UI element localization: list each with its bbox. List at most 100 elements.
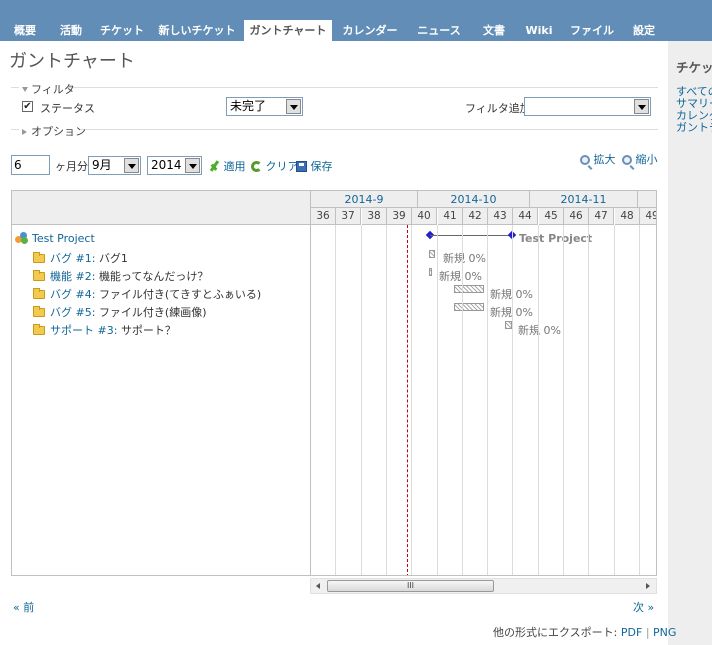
add-filter-label: フィルタ追加	[465, 102, 531, 115]
issue-bar[interactable]	[429, 268, 432, 276]
tab-calendar[interactable]: カレンダー	[334, 20, 406, 41]
prev-period-link[interactable]: « 前	[13, 599, 34, 615]
month-header[interactable]: 2014-10	[418, 191, 530, 208]
tab-files[interactable]: ファイル	[562, 20, 622, 41]
scroll-right-arrow-icon[interactable]	[640, 579, 656, 593]
week-grid-line	[588, 225, 589, 575]
page-title: ガントチャート	[9, 51, 135, 72]
week-grid-line	[361, 225, 362, 575]
zoom-out-icon	[622, 155, 632, 165]
week-header-cell: 45	[539, 208, 564, 225]
folder-icon	[33, 288, 45, 299]
month-header	[638, 191, 656, 208]
scroll-left-arrow-icon[interactable]	[311, 579, 327, 593]
issue-link[interactable]: サポート #3:	[50, 324, 117, 337]
clear-link[interactable]: クリア	[251, 158, 299, 174]
tab-settings[interactable]: 設定	[624, 20, 664, 41]
add-filter-select[interactable]	[524, 97, 651, 116]
week-grid-line	[487, 225, 488, 575]
folder-icon	[33, 324, 45, 335]
zoom-in-link[interactable]: 拡大	[580, 151, 616, 167]
week-grid-line	[437, 225, 438, 575]
issue-bar[interactable]	[454, 303, 484, 311]
issue-bar[interactable]	[429, 250, 435, 258]
collapse-triangle-icon	[22, 87, 28, 92]
month-header[interactable]: 2014-11	[530, 191, 638, 208]
scrollbar-thumb[interactable]: III	[327, 580, 494, 592]
tab-wiki[interactable]: Wiki	[518, 20, 560, 41]
week-header-cell: 41	[438, 208, 463, 225]
issue-bar-label: 新規 0%	[443, 252, 486, 265]
project-bar	[430, 235, 511, 236]
issue-link[interactable]: バグ #4:	[50, 288, 95, 301]
issue-link[interactable]: 機能 #2:	[50, 270, 95, 283]
status-operator-select[interactable]: 未完了	[226, 97, 303, 116]
gantt-horizontal-scrollbar[interactable]: III	[310, 578, 657, 594]
issue-bar[interactable]	[454, 285, 484, 293]
status-filter-checkbox[interactable]: ✔	[22, 101, 33, 112]
tab-documents[interactable]: 文書	[472, 20, 516, 41]
tab-news[interactable]: ニュース	[408, 20, 470, 41]
dropdown-arrow-icon	[634, 99, 649, 114]
gantt-timeline-panel: 2014-9 2014-10 2014-11 Test Project 新規 0…	[310, 190, 657, 576]
issue-row: バグ #4: ファイル付き(てきすとふぁいる)	[33, 286, 261, 302]
week-header-cell: 37	[336, 208, 361, 225]
week-header-cell: 44	[513, 208, 538, 225]
week-header-cell: 46	[564, 208, 589, 225]
tab-overview[interactable]: 概要	[0, 20, 50, 41]
filter-fieldset-border	[11, 87, 19, 88]
week-header-cell: 48	[615, 208, 640, 225]
week-grid-line	[639, 225, 640, 575]
year-select[interactable]: 2014	[147, 156, 202, 175]
issue-link[interactable]: バグ #1:	[50, 252, 95, 265]
sidebar-title: チケッ	[676, 60, 712, 75]
save-link[interactable]: 保存	[296, 158, 333, 174]
filter-fieldset-border	[66, 87, 658, 88]
week-header-cell: 40	[412, 208, 437, 225]
issue-row: バグ #1: バグ1	[33, 250, 128, 266]
zoom-in-icon	[580, 155, 590, 165]
tab-new-issue[interactable]: 新しいチケット	[152, 20, 242, 41]
week-grid-line	[462, 225, 463, 575]
issue-link[interactable]: バグ #5:	[50, 306, 95, 319]
check-icon	[208, 160, 220, 172]
options-legend[interactable]: オプション	[22, 123, 86, 139]
folder-icon	[33, 270, 45, 281]
folder-icon	[33, 252, 45, 263]
issue-row: バグ #5: ファイル付き(練画像)	[33, 304, 207, 320]
project-link[interactable]: Test Project	[32, 232, 95, 245]
zoom-out-link[interactable]: 縮小	[622, 151, 658, 167]
week-grid-line	[614, 225, 615, 575]
week-grid-line	[411, 225, 412, 575]
apply-link[interactable]: 適用	[208, 158, 246, 174]
reload-icon	[251, 161, 262, 172]
save-icon	[296, 161, 307, 172]
folder-icon	[33, 306, 45, 317]
issue-bar-label: 新規 0%	[439, 270, 482, 283]
week-header-cell: 39	[387, 208, 412, 225]
issue-bar-label: 新規 0%	[518, 324, 561, 337]
week-header-cell: 42	[463, 208, 488, 225]
sidebar-link-gantt[interactable]: ガントチ	[676, 119, 712, 135]
project-row: Test Project	[15, 232, 95, 245]
week-grid-line	[538, 225, 539, 575]
tab-gantt[interactable]: ガントチャート	[244, 20, 332, 41]
week-grid-line	[386, 225, 387, 575]
main-menu: 概要 活動 チケット 新しいチケット ガントチャート カレンダー ニュース 文書…	[0, 0, 712, 41]
month-header[interactable]: 2014-9	[311, 191, 418, 208]
dropdown-arrow-icon	[124, 158, 139, 173]
week-header-cell: 38	[362, 208, 387, 225]
month-select[interactable]: 9月	[88, 156, 141, 175]
filter-legend[interactable]: フィルタ	[22, 81, 75, 97]
tab-activity[interactable]: 活動	[50, 20, 92, 41]
export-png-link[interactable]: PNG	[653, 626, 676, 639]
week-grid-line	[335, 225, 336, 575]
months-input[interactable]: 6	[11, 155, 50, 175]
issue-bar[interactable]	[505, 321, 512, 329]
tab-issues[interactable]: チケット	[92, 20, 152, 41]
next-period-link[interactable]: 次 »	[633, 599, 654, 615]
expand-triangle-icon	[22, 129, 27, 135]
week-grid-line	[563, 225, 564, 575]
export-pdf-link[interactable]: PDF	[621, 626, 642, 639]
gantt-subjects-panel: Test Project バグ #1: バグ1 機能 #2: 機能ってなんだっけ…	[11, 190, 310, 576]
